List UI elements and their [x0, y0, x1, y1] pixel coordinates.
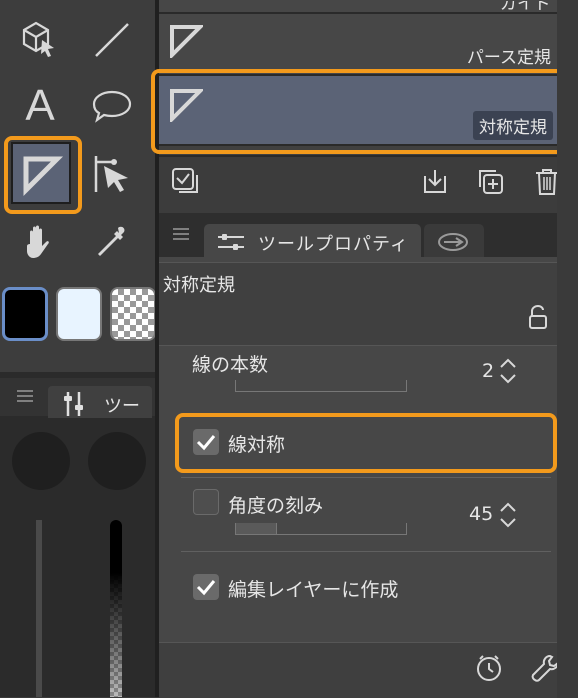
- color-circle-sub[interactable]: [88, 432, 146, 490]
- tab-tool-property[interactable]: ツールプロパティ: [204, 224, 421, 258]
- subtool-label: 対称定規: [473, 111, 553, 140]
- import-subtool-icon[interactable]: [420, 167, 448, 195]
- eyedropper-tool-button[interactable]: [80, 210, 144, 274]
- angle-step-label: 角度の刻み: [228, 495, 324, 517]
- panel-menu-icon[interactable]: [16, 388, 34, 408]
- ruler-triangle-icon: [170, 25, 203, 58]
- color-circle-main[interactable]: [12, 432, 70, 490]
- tab-tool-settings-short[interactable]: ツー: [48, 386, 152, 418]
- line-tool-button[interactable]: [80, 8, 144, 72]
- ruler-tool-button[interactable]: [11, 142, 71, 204]
- hand-tool-button[interactable]: [8, 210, 72, 274]
- color-panel: [0, 372, 155, 697]
- tab-sub-view[interactable]: [424, 224, 484, 258]
- transparent-color-swatch[interactable]: [110, 287, 156, 341]
- sub-color-swatch[interactable]: [56, 287, 102, 341]
- duplicate-subtool-icon[interactable]: [476, 167, 504, 195]
- main-color-swatch[interactable]: [2, 287, 48, 341]
- subtool-item-guide[interactable]: ガイド: [159, 0, 557, 14]
- object-select-tool-button[interactable]: [8, 8, 72, 72]
- angle-step-value[interactable]: 45: [469, 503, 493, 525]
- text-tool-icon: A: [25, 81, 55, 130]
- subtool-label: ガイド: [500, 1, 551, 14]
- create-on-layer-checkbox[interactable]: [193, 574, 219, 600]
- operation-tool-button[interactable]: [80, 142, 144, 206]
- eyedropper-icon: [98, 226, 125, 256]
- checkmark-icon: [196, 435, 216, 451]
- subtool-item-perspective[interactable]: パース定規: [159, 14, 557, 76]
- tab-label: ツールプロパティ: [258, 234, 409, 255]
- sliders-icon: [64, 392, 83, 416]
- panel-menu-icon[interactable]: [172, 226, 190, 246]
- angle-step-slider[interactable]: [235, 523, 407, 535]
- slider-gray[interactable]: [36, 520, 42, 697]
- subtool-label: パース定規: [466, 48, 551, 68]
- delete-subtool-icon[interactable]: [532, 167, 560, 195]
- section-divider: [181, 551, 551, 552]
- speech-balloon-icon: [92, 90, 132, 123]
- angle-step-stepper-icon[interactable]: [499, 500, 517, 530]
- section-divider: [181, 477, 551, 478]
- lines-count-value[interactable]: 2: [482, 360, 494, 382]
- checkmark-icon: [196, 580, 216, 596]
- ruler-triangle-icon: [23, 156, 64, 197]
- subtool-settings-icon[interactable]: [171, 167, 199, 195]
- slider-opacity[interactable]: [110, 520, 122, 697]
- object-cube-icon: [22, 21, 54, 57]
- hand-icon: [27, 225, 49, 258]
- line-symmetry-label: 線対称: [228, 434, 286, 456]
- angle-step-checkbox[interactable]: [193, 489, 219, 515]
- tool-property-header: 対称定規: [159, 262, 557, 346]
- unlock-icon[interactable]: [527, 305, 549, 329]
- lines-count-stepper-icon[interactable]: [499, 356, 517, 386]
- lines-count-slider[interactable]: [235, 380, 407, 392]
- create-on-layer-label: 編集レイヤーに作成: [228, 579, 399, 601]
- reset-clock-icon[interactable]: [474, 653, 504, 683]
- angle-step-slider-fill: [236, 523, 277, 534]
- text-tool-button[interactable]: A: [8, 74, 72, 138]
- tab-label-short: ツー: [104, 396, 140, 417]
- line-icon: [95, 23, 129, 57]
- ruler-triangle-icon: [170, 89, 203, 122]
- lines-count-label: 線の本数: [192, 354, 269, 376]
- balloon-tool-button[interactable]: [80, 74, 144, 138]
- operation-arrow-icon: [94, 156, 128, 192]
- link-icon: [438, 233, 468, 251]
- subtool-item-symmetry[interactable]: 対称定規: [159, 76, 557, 146]
- sliders-horizontal-icon: [218, 234, 244, 250]
- wrench-icon[interactable]: [530, 653, 560, 683]
- panel-scrollbar[interactable]: [557, 0, 578, 697]
- tool-name-label: 対称定規: [163, 275, 235, 296]
- line-symmetry-checkbox[interactable]: [193, 429, 219, 455]
